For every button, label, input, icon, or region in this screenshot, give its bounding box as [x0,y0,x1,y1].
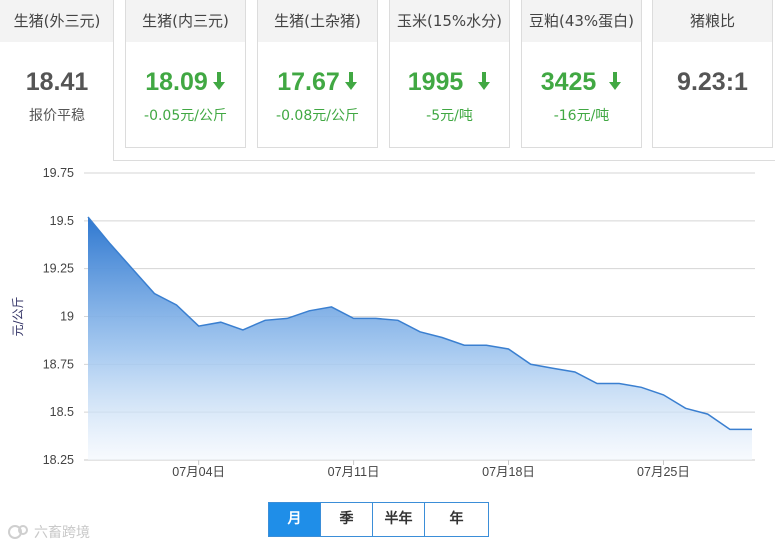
card-value: 18.09 [145,68,208,96]
card-change: -16元/吨 [553,108,610,124]
card-change: -0.05元/公斤 [144,108,227,124]
card-soybean-meal[interactable]: 豆粕(43%蛋白) 3425 -16元/吨 [521,0,642,148]
price-area-chart: 19.7519.519.251918.7518.518.25 07月04日 07月… [11,166,755,479]
card-title: 生猪(土杂猪) [258,0,377,42]
card-title: 生猪(内三元) [126,0,245,42]
card-change: -0.08元/公斤 [276,108,359,124]
x-tick-label: 07月18日 [482,465,535,479]
series-area [88,217,752,460]
card-pig-grain-ratio[interactable]: 猪粮比 9.23:1 [652,0,773,148]
x-tick-label: 07月11日 [328,465,380,479]
card-corn[interactable]: 玉米(15%水分) 1995 -5元/吨 [389,0,510,148]
y-tick-label: 19.25 [43,262,74,276]
card-pig-neisanyuan[interactable]: 生猪(内三元) 18.09 -0.05元/公斤 [125,0,246,148]
watermark-logo-icon [8,525,28,539]
x-tick-label: 07月25日 [637,465,690,479]
divider [113,0,114,161]
period-halfyear-button[interactable]: 半年 [373,502,425,537]
period-year-button[interactable]: 年 [425,502,489,537]
card-value: 1995 [407,68,464,96]
card-change: -5元/吨 [426,108,473,124]
watermark: 六畜跨境 [8,522,90,542]
x-axis: 07月04日 07月11日 07月18日 07月25日 [84,459,755,479]
y-tick-label: 19.75 [43,166,74,180]
y-tick-label: 18.5 [50,405,74,419]
arrow-down-icon [478,72,491,91]
x-tick-label: 07月04日 [172,465,225,479]
period-selector: 月 季 半年 年 [268,502,489,537]
card-value: 3425 [540,68,597,96]
y-axis-label: 元/公斤 [11,296,25,336]
period-quarter-button[interactable]: 季 [321,502,373,537]
card-title: 玉米(15%水分) [390,0,509,42]
y-tick-label: 19.5 [50,214,74,228]
y-tick-label: 19 [60,310,74,324]
y-tick-label: 18.25 [43,453,74,467]
card-change: 报价平稳 [29,108,85,124]
arrow-down-icon [212,72,225,91]
card-value: 17.67 [277,68,340,96]
arrow-down-icon [344,72,357,91]
card-pig-waisanyuan[interactable]: 生猪(外三元) 18.41 报价平稳 [0,0,114,148]
card-title: 猪粮比 [653,0,772,42]
card-pig-tuzazhu[interactable]: 生猪(土杂猪) 17.67 -0.08元/公斤 [257,0,378,148]
card-title: 生猪(外三元) [0,0,114,42]
watermark-text: 六畜跨境 [34,525,90,541]
card-title: 豆粕(43%蛋白) [522,0,641,42]
y-tick-label: 18.75 [43,357,74,371]
card-value: 18.41 [25,68,89,96]
y-axis: 19.75 19.5 19.25 19 18.75 18.5 18.25 [43,166,74,467]
price-cards: 生猪(外三元) 18.41 报价平稳 生猪(内三元) 18.09 -0.05元/… [0,0,775,162]
period-month-button[interactable]: 月 [268,502,321,537]
card-value: 9.23:1 [677,68,748,96]
arrow-down-icon [609,72,622,91]
divider [113,160,775,161]
